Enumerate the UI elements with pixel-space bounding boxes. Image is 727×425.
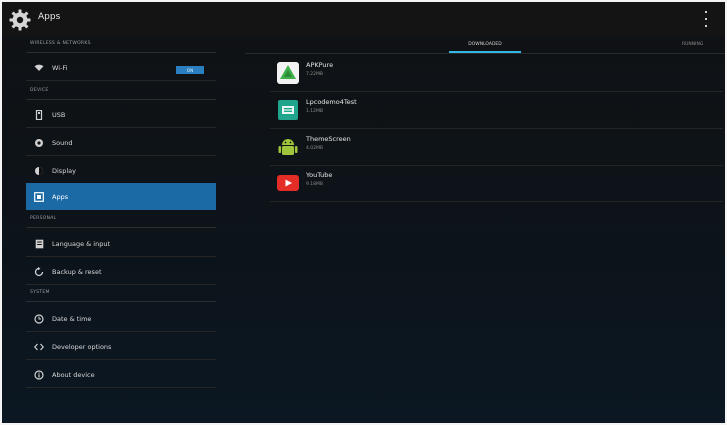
sidebar-item-label: USB bbox=[52, 110, 66, 119]
android-icon bbox=[276, 135, 300, 159]
developer-icon bbox=[34, 342, 44, 352]
sidebar-item-date-time[interactable]: Date & time bbox=[26, 305, 216, 332]
settings-gear-icon[interactable] bbox=[8, 8, 32, 32]
sidebar-item-label: Developer options bbox=[52, 342, 112, 351]
app-list-item[interactable]: Lpcodemo4Test 1.12MB bbox=[270, 92, 723, 129]
screen: Apps WIRELESS & NETWORKS Wi-Fi DEVICE US… bbox=[2, 2, 725, 423]
sidebar-item-label: Sound bbox=[52, 138, 73, 147]
section-divider bbox=[26, 227, 216, 228]
sidebar-item-developer-options[interactable]: Developer options bbox=[26, 333, 216, 360]
apkpure-icon bbox=[276, 61, 300, 85]
clock-icon bbox=[34, 313, 44, 324]
section-divider bbox=[26, 52, 216, 53]
section-divider bbox=[26, 99, 216, 100]
app-name: ThemeScreen bbox=[306, 135, 351, 143]
tab-divider bbox=[245, 53, 725, 54]
lpcodemo-icon bbox=[276, 98, 300, 122]
app-name: Lpcodemo4Test bbox=[306, 98, 357, 106]
app-list-item[interactable]: YouTube 9.18MB bbox=[270, 165, 723, 202]
sidebar-item-label: Apps bbox=[52, 192, 69, 201]
app-name: APKPure bbox=[306, 61, 334, 69]
tab-running[interactable]: RUNNING bbox=[682, 42, 725, 52]
sidebar-item-sound[interactable]: Sound bbox=[26, 129, 216, 156]
apps-icon bbox=[34, 191, 44, 202]
sidebar-item-language[interactable]: Language & input bbox=[26, 230, 216, 257]
section-divider bbox=[26, 301, 216, 302]
sidebar-item-display[interactable]: Display bbox=[26, 157, 216, 184]
sidebar-item-label: Language & input bbox=[52, 239, 110, 248]
settings-sidebar: WIRELESS & NETWORKS Wi-Fi DEVICE USB Sou… bbox=[2, 36, 216, 396]
page-title: Apps bbox=[38, 12, 61, 22]
youtube-icon bbox=[276, 171, 300, 195]
app-size: 9.18MB bbox=[306, 182, 323, 187]
app-name: YouTube bbox=[306, 171, 333, 179]
backup-icon bbox=[34, 266, 44, 277]
app-size: 7.22MB bbox=[306, 72, 323, 77]
language-icon bbox=[34, 239, 44, 249]
sidebar-item-label: About device bbox=[52, 370, 95, 379]
action-bar: Apps bbox=[2, 2, 725, 36]
wifi-toggle[interactable]: ON bbox=[176, 66, 204, 74]
wifi-icon bbox=[34, 63, 44, 73]
sound-icon bbox=[34, 138, 44, 148]
sidebar-item-apps[interactable]: Apps bbox=[26, 183, 216, 210]
sidebar-item-backup[interactable]: Backup & reset bbox=[26, 258, 216, 285]
info-icon bbox=[34, 369, 44, 380]
sidebar-item-label: Display bbox=[52, 166, 76, 175]
sidebar-item-label: Date & time bbox=[52, 314, 92, 323]
app-size: 4.02MB bbox=[306, 146, 323, 151]
overflow-menu-icon[interactable] bbox=[703, 11, 709, 27]
sidebar-item-label: Backup & reset bbox=[52, 267, 102, 276]
app-list-item[interactable]: APKPure 7.22MB bbox=[270, 55, 723, 92]
sidebar-item-usb[interactable]: USB bbox=[26, 101, 216, 128]
usb-icon bbox=[34, 109, 44, 120]
app-list-item[interactable]: ThemeScreen 4.02MB bbox=[270, 129, 723, 166]
sidebar-item-about-device[interactable]: About device bbox=[26, 361, 216, 388]
app-size: 1.12MB bbox=[306, 109, 323, 114]
display-icon bbox=[34, 166, 44, 176]
sidebar-item-label: Wi-Fi bbox=[52, 63, 68, 72]
